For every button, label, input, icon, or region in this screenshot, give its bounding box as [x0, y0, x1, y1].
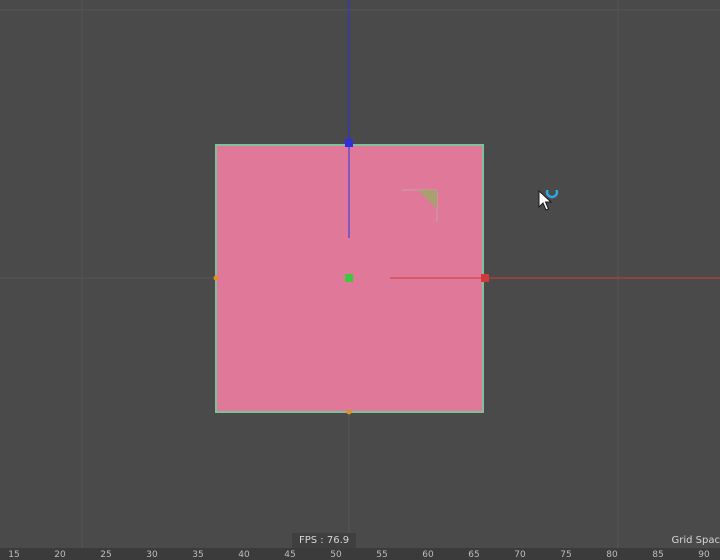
busy-ring-icon	[545, 185, 559, 199]
left-edge-point-handle[interactable]	[213, 275, 219, 281]
ruler-tick-label: 25	[100, 550, 112, 560]
ruler-tick-label: 40	[238, 550, 250, 560]
ruler-tick-label: 85	[652, 550, 664, 560]
timeline-ruler[interactable]: 15 20 25 30 35 40 45 50 55 60 65 70 75 80 85 90	[0, 548, 720, 560]
bottom-edge-point-handle[interactable]	[346, 409, 352, 415]
viewport-canvas[interactable]	[0, 0, 720, 548]
ruler-tick-label: 35	[192, 550, 204, 560]
ruler-tick-label: 60	[422, 550, 434, 560]
ruler-tick-label: 55	[376, 550, 388, 560]
ruler-tick-label: 15	[8, 550, 20, 560]
ruler-tick-label: 45	[284, 550, 296, 560]
ruler-tick-label: 20	[54, 550, 66, 560]
cursor-arrow-icon	[538, 185, 559, 211]
fps-readout: FPS : 76.9	[292, 533, 357, 548]
ruler-tick-label: 50	[330, 550, 342, 560]
ruler-tick-label: 80	[606, 550, 618, 560]
ruler-tick-label: 90	[698, 550, 710, 560]
ruler-tick-label: 30	[146, 550, 158, 560]
ruler-tick-label: 65	[468, 550, 480, 560]
pivot-handle[interactable]	[345, 274, 353, 282]
grid-spacing-readout: Grid Spac	[671, 535, 720, 546]
ruler-tick-label: 75	[560, 550, 572, 560]
ruler-tick-label: 70	[514, 550, 526, 560]
3d-viewport[interactable]: FPS : 76.9 Grid Spac	[0, 0, 720, 548]
x-axis-handle[interactable]	[481, 274, 489, 282]
mouse-cursor	[538, 185, 566, 218]
y-axis-handle[interactable]	[345, 139, 353, 147]
